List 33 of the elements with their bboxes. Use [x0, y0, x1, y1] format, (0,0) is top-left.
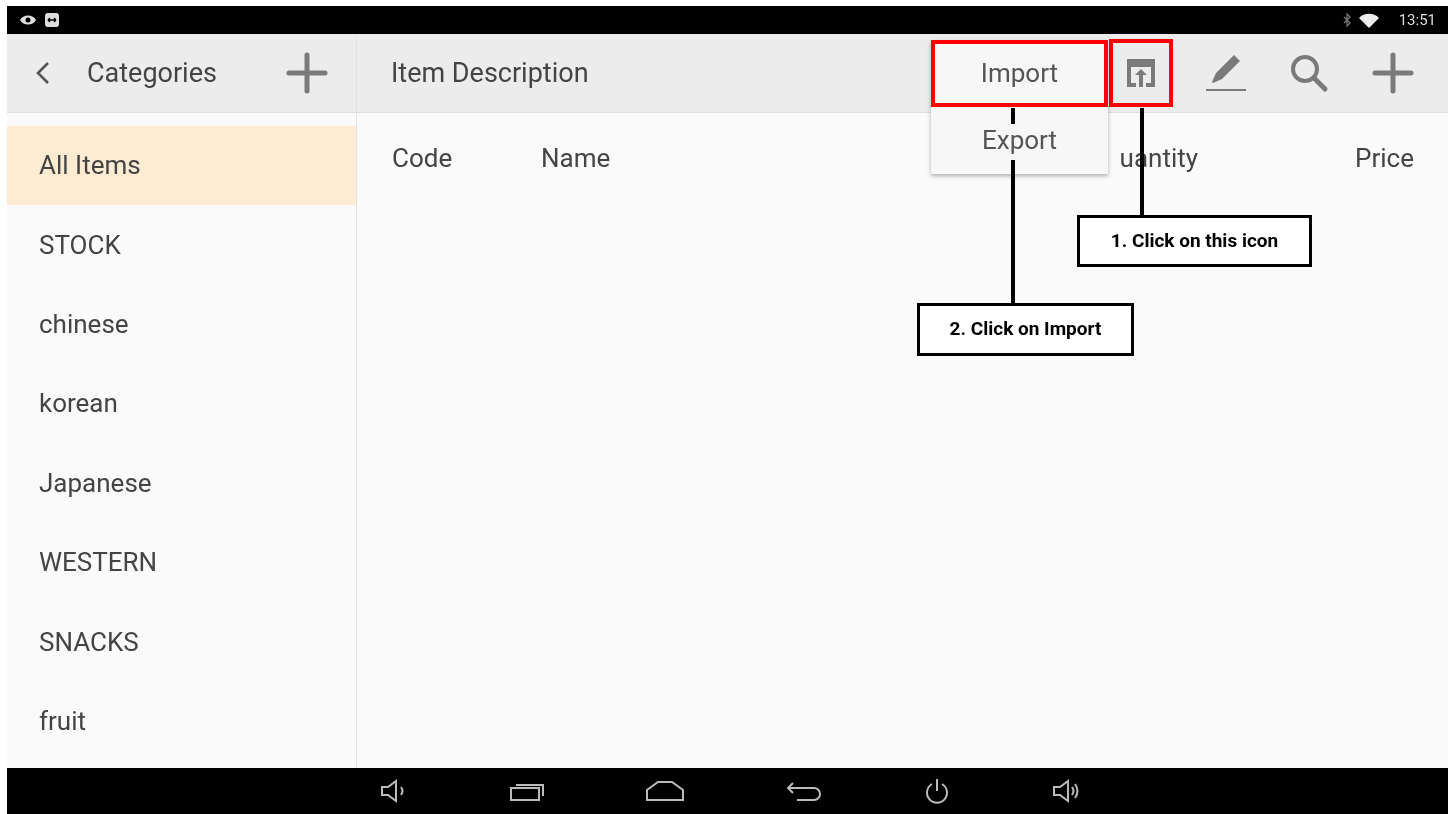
callout-label: 2. Click on Import — [917, 303, 1134, 356]
page-title: Item Description — [391, 55, 589, 91]
plus-icon — [1372, 52, 1414, 94]
home-icon — [645, 779, 685, 803]
category-item[interactable]: fruit — [7, 681, 356, 762]
power-icon — [923, 777, 951, 805]
toolbar-button[interactable] — [1109, 39, 1173, 107]
menu-item[interactable]: Export — [931, 107, 1108, 174]
search-icon — [1289, 53, 1329, 93]
column-header: Code — [392, 142, 454, 175]
category-item[interactable]: SNACKS — [7, 602, 356, 682]
plus-icon — [286, 52, 328, 94]
category-item[interactable]: STOCK — [7, 205, 356, 285]
callout-label: 1. Click on this icon — [1077, 215, 1312, 267]
category-item[interactable]: All Items — [7, 126, 356, 206]
sidebar-title: Categories — [87, 55, 217, 91]
eye-icon — [19, 14, 37, 26]
category-item[interactable]: chinese — [7, 284, 356, 365]
volume-up-icon — [1051, 778, 1081, 804]
bluetooth-icon — [1342, 13, 1351, 27]
pencil-icon — [1204, 52, 1246, 94]
column-header: Name — [541, 142, 612, 175]
clock-time: 13:51 — [1398, 9, 1436, 31]
wifi-icon — [1358, 12, 1379, 28]
column-header: Price — [1355, 142, 1414, 175]
remote-icon — [45, 13, 59, 27]
category-item[interactable]: WESTERN — [7, 522, 356, 603]
category-item[interactable]: Japanese — [7, 443, 356, 523]
add-category-button[interactable] — [286, 52, 328, 94]
back-icon — [35, 60, 51, 86]
menu-item[interactable]: Import — [931, 40, 1108, 107]
back-arrow-icon — [785, 779, 823, 803]
category-item[interactable]: korean — [7, 364, 356, 444]
